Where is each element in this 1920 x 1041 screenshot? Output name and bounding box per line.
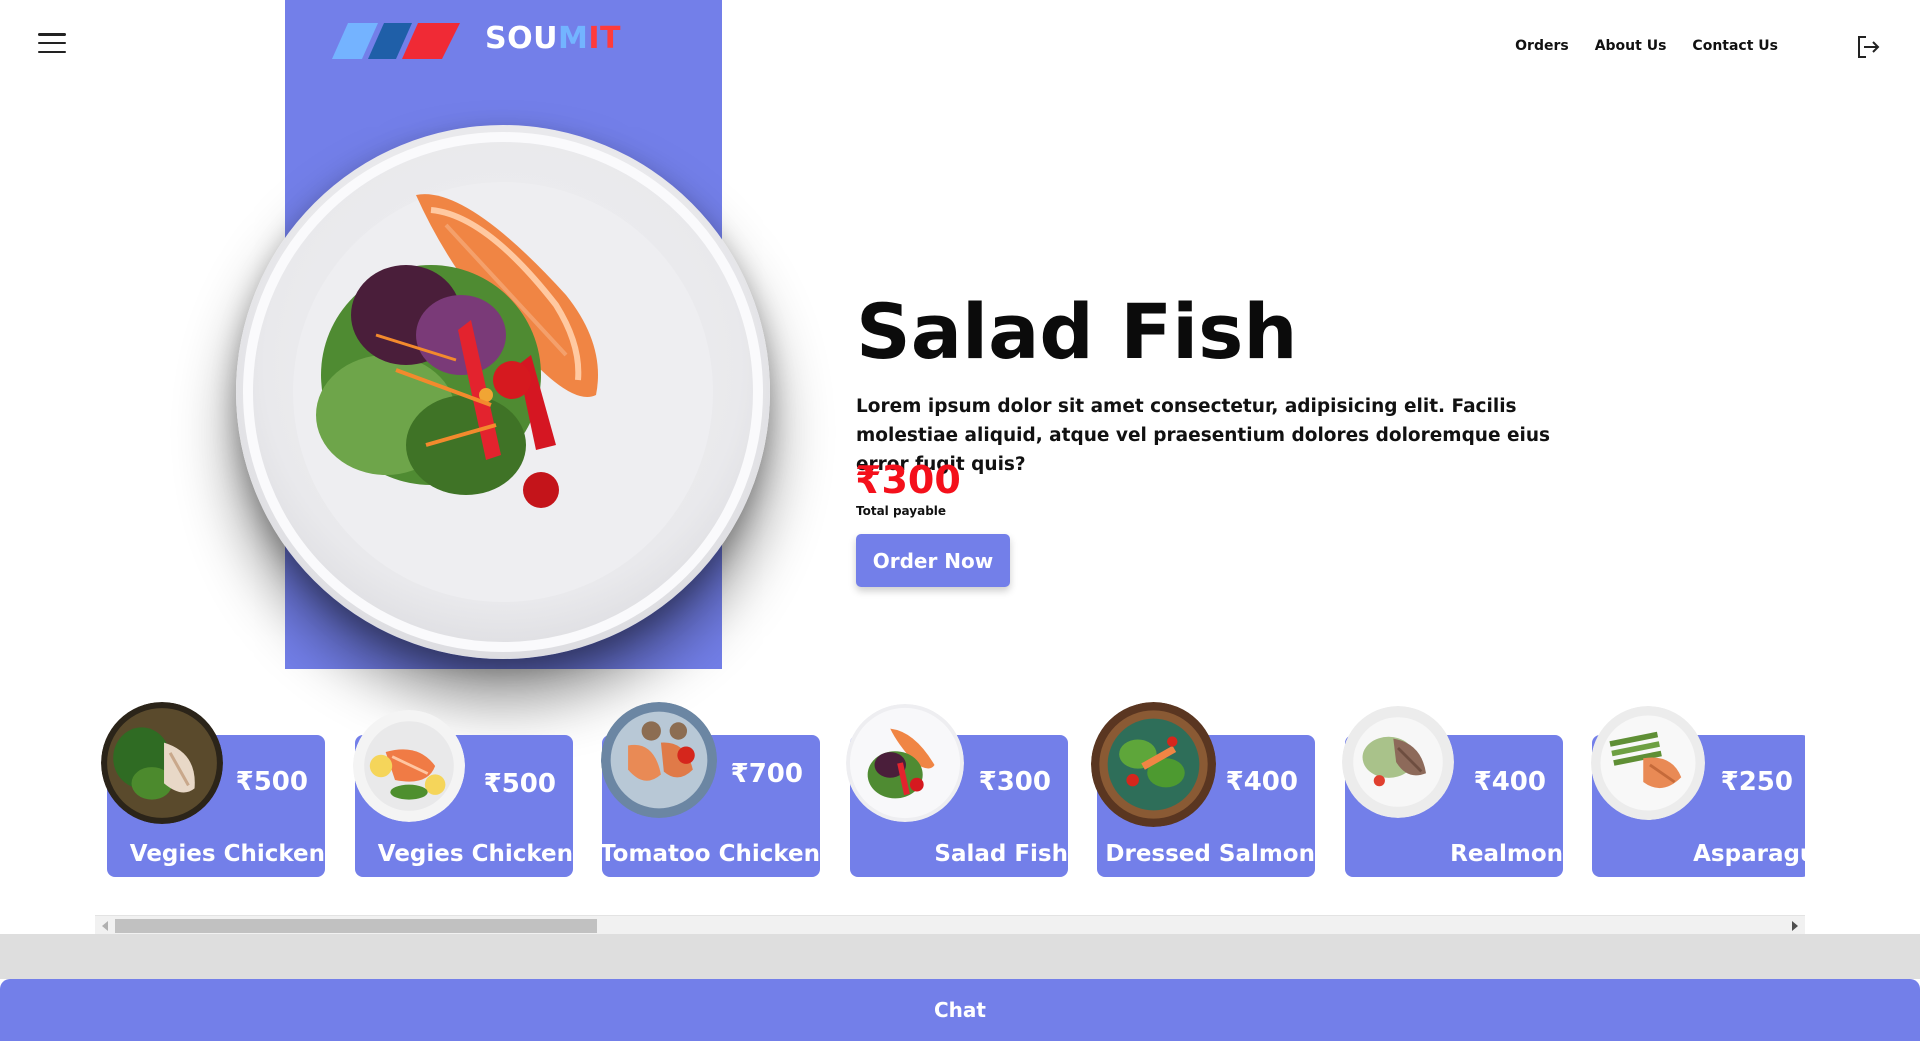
menu-card-name: Tomatoo Chicken — [600, 841, 820, 867]
menu-card-price: ₹400 — [1473, 767, 1546, 797]
menu-carousel[interactable]: ₹500 Vegies Chicken ₹500 Vegies Chicken … — [95, 690, 1805, 890]
hero-dish-image — [236, 125, 770, 659]
menu-line — [38, 41, 66, 45]
menu-card-price: ₹400 — [1225, 767, 1298, 797]
menu-card-price: ₹250 — [1720, 767, 1793, 797]
menu-card-name: Salad Fish — [934, 841, 1068, 867]
menu-card-price: ₹700 — [730, 759, 803, 789]
order-now-button[interactable]: Order Now — [856, 534, 1010, 587]
menu-card-dish-image — [846, 704, 964, 822]
menu-card-name: Dressed Salmon — [1105, 841, 1315, 867]
brand-logo[interactable]: SOUMIT — [330, 8, 660, 68]
price-label: Total payable — [856, 504, 947, 518]
scrollbar-thumb[interactable] — [115, 919, 597, 933]
logout-icon[interactable] — [1854, 33, 1882, 61]
brand-name: SOUMIT — [485, 20, 621, 56]
chat-button[interactable]: Chat — [0, 979, 1920, 1041]
nav-about-us-link[interactable]: About Us — [1595, 38, 1667, 54]
chat-label: Chat — [934, 998, 986, 1022]
hamburger-menu-icon[interactable] — [38, 33, 66, 53]
menu-card-dish-image — [101, 702, 223, 824]
menu-card-dish-image — [353, 710, 465, 822]
top-nav: Orders About Us Contact Us — [1515, 38, 1778, 54]
menu-card-dish-image — [1342, 706, 1454, 818]
dish-title: Salad Fish — [856, 287, 1298, 376]
logo-stripes-icon — [332, 23, 460, 59]
footer-strip — [0, 934, 1920, 979]
menu-card-name: Vegies Chicken — [129, 841, 325, 867]
menu-card-dish-image — [1591, 706, 1705, 820]
scroll-left-arrow-icon[interactable] — [102, 921, 108, 931]
menu-card-name: Asparagus — [1693, 841, 1805, 867]
menu-line — [38, 33, 66, 36]
menu-card-name: Realmon — [1450, 841, 1563, 867]
menu-card-price: ₹500 — [483, 769, 556, 799]
menu-card-dish-image — [1091, 702, 1216, 827]
nav-orders-link[interactable]: Orders — [1515, 38, 1569, 54]
menu-card-name: Vegies Chicken — [377, 841, 573, 867]
horizontal-scrollbar[interactable] — [95, 915, 1805, 936]
menu-card-price: ₹300 — [978, 767, 1051, 797]
menu-line — [38, 50, 66, 53]
menu-card-dish-image — [601, 702, 717, 818]
nav-contact-us-link[interactable]: Contact Us — [1692, 38, 1778, 54]
scroll-right-arrow-icon[interactable] — [1792, 921, 1798, 931]
menu-card-price: ₹500 — [235, 767, 308, 797]
dish-price: ₹300 — [855, 458, 961, 502]
dish-description: Lorem ipsum dolor sit amet consectetur, … — [856, 396, 1551, 475]
